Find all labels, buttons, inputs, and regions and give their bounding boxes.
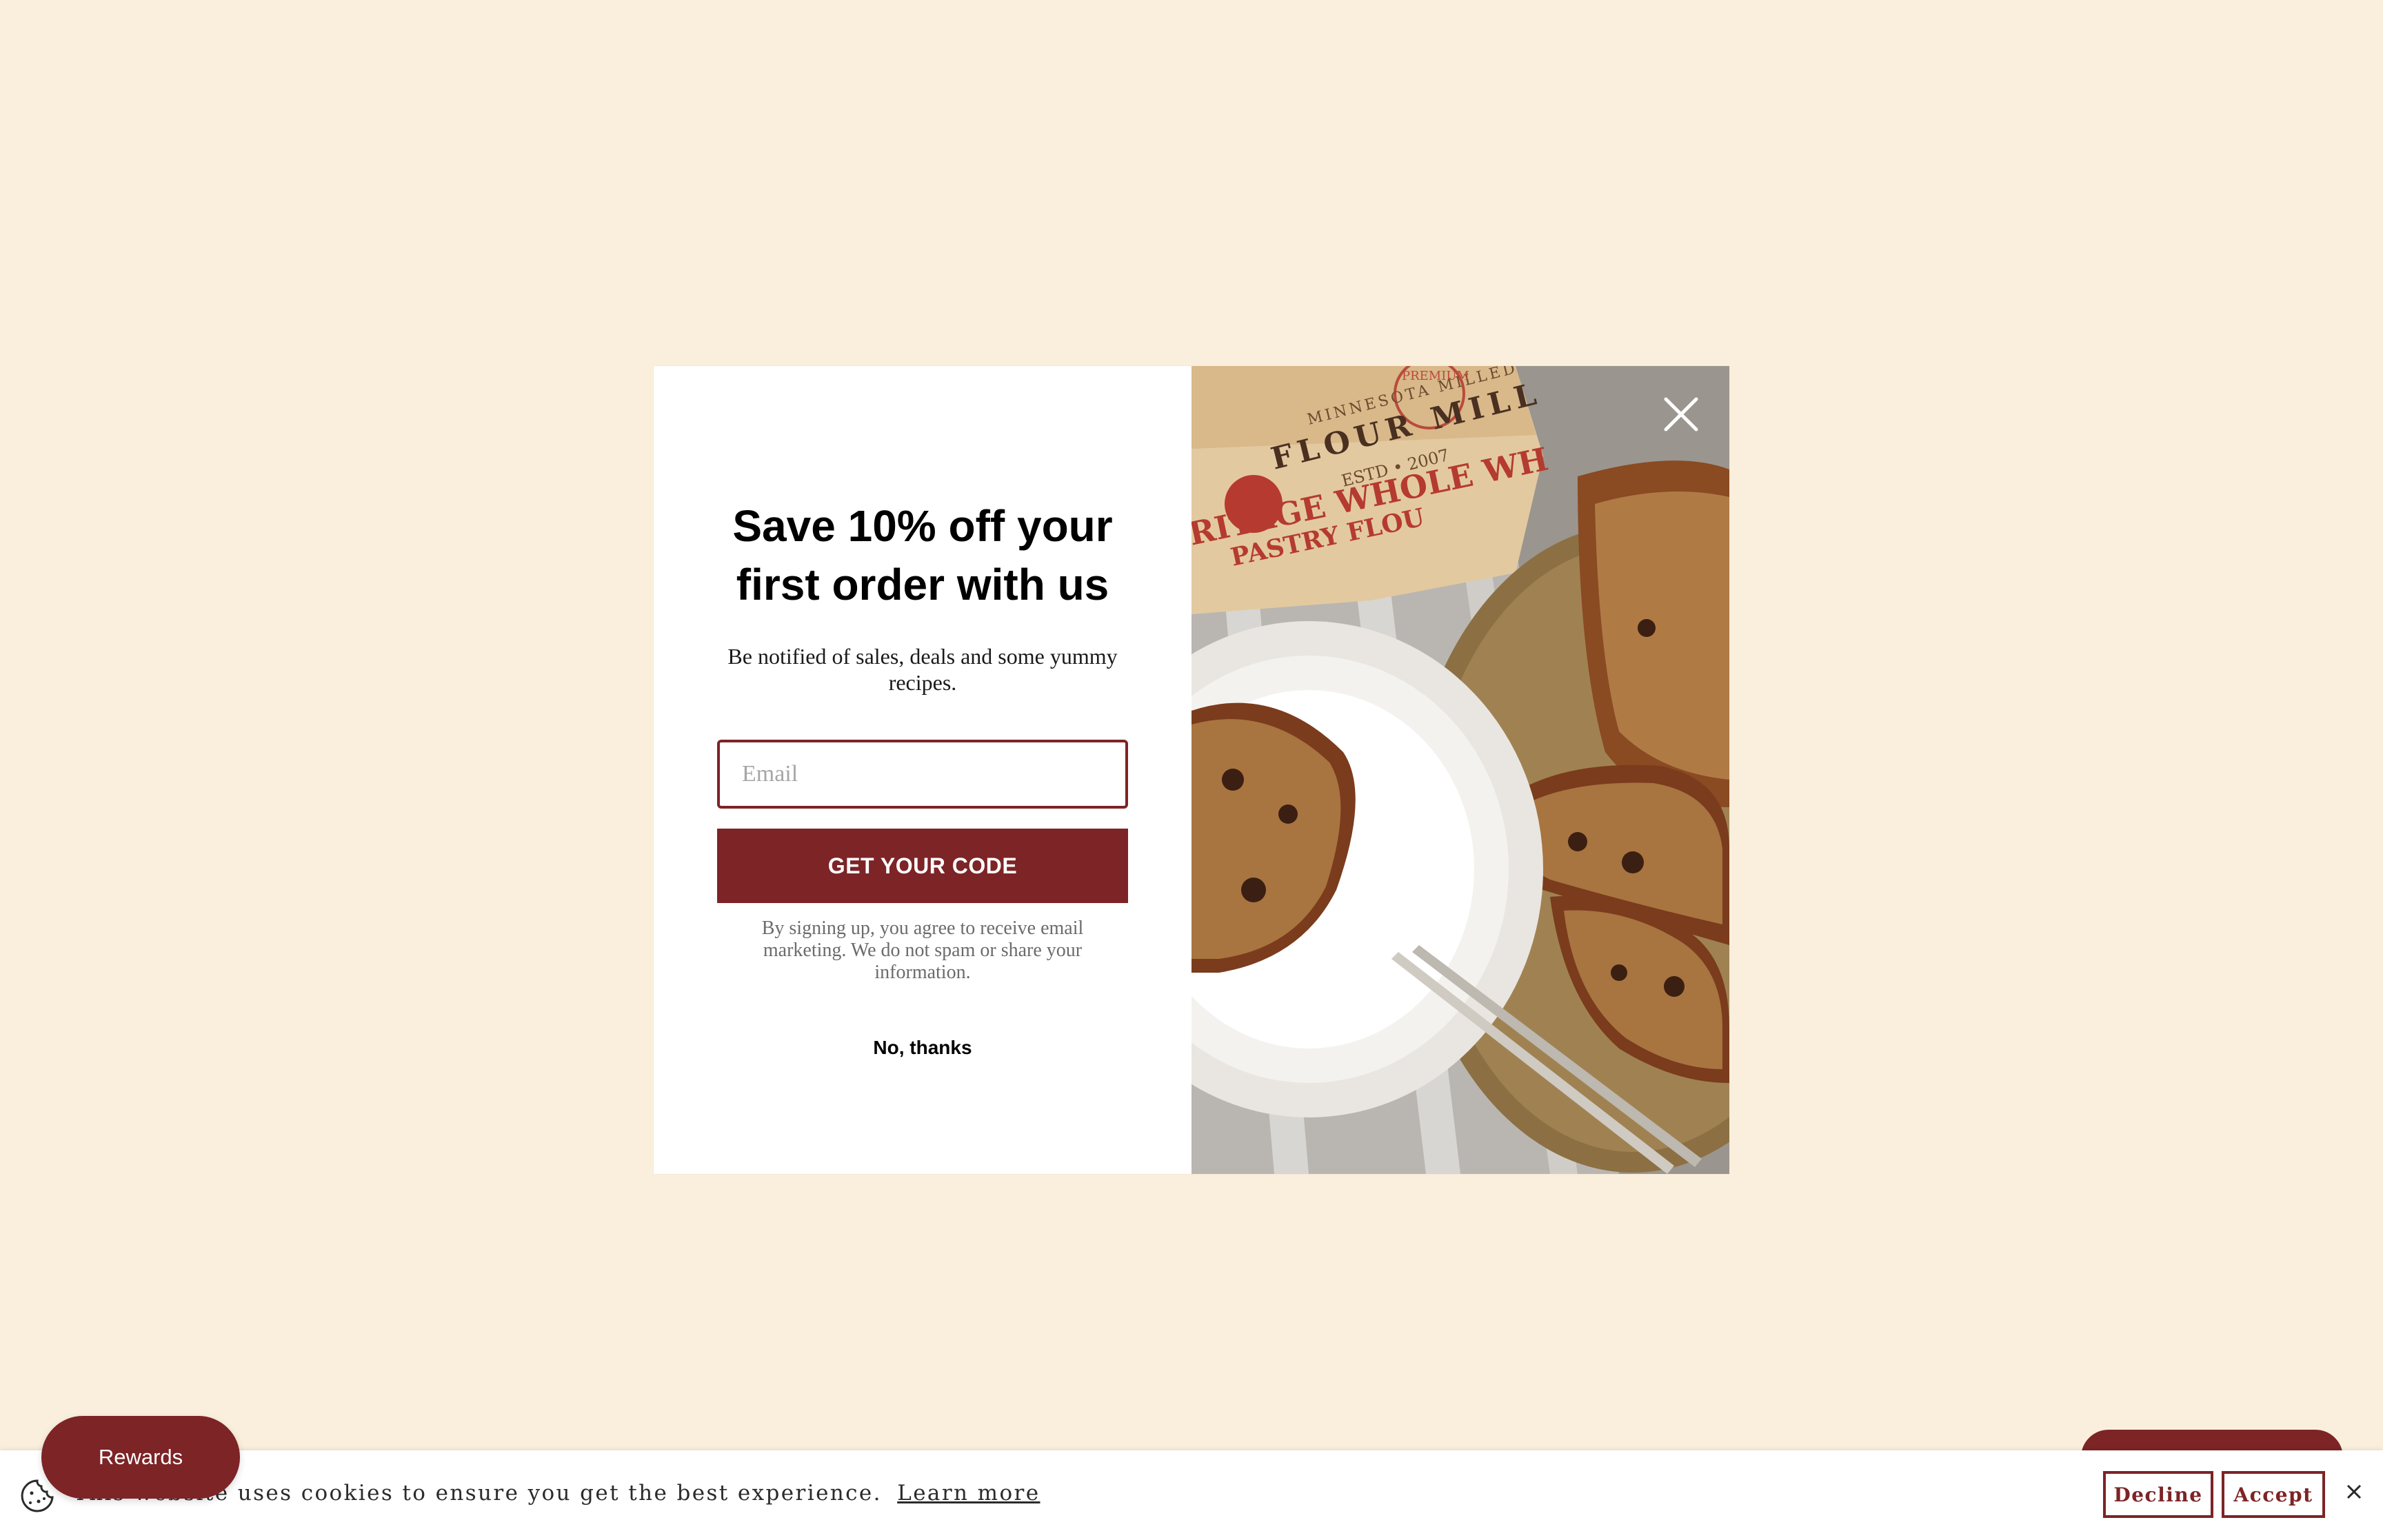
no-thanks-link[interactable]: No, thanks <box>717 1036 1128 1060</box>
cookie-consent-bar: This website uses cookies to ensure you … <box>0 1450 2383 1540</box>
popup-close-button[interactable] <box>1652 385 1710 443</box>
popup-form-panel: Save 10% off your first order with us Be… <box>654 366 1192 1174</box>
get-code-button[interactable]: GET YOUR CODE <box>717 829 1128 903</box>
popup-subtitle: Be notified of sales, deals and some yum… <box>727 644 1118 695</box>
rewards-button[interactable]: Rewards <box>41 1416 240 1499</box>
accept-button[interactable]: Accept <box>2222 1471 2325 1518</box>
close-icon <box>1664 397 1698 432</box>
cookie-icon <box>21 1479 54 1512</box>
email-field[interactable] <box>717 740 1128 809</box>
decline-button[interactable]: Decline <box>2103 1471 2213 1518</box>
page-background: Save 10% off your first order with us Be… <box>0 0 2383 1540</box>
banana-bread-photo: MINNESOTA MILLED FLOUR MILL ESTD • 2007 … <box>1192 366 1729 1174</box>
learn-more-link[interactable]: Learn more <box>897 1481 1040 1506</box>
close-icon <box>2346 1484 2362 1499</box>
popup-title: Save 10% off your first order with us <box>732 501 1113 609</box>
signup-popup: Save 10% off your first order with us Be… <box>654 366 1729 1174</box>
popup-image-panel: MINNESOTA MILLED FLOUR MILL ESTD • 2007 … <box>1192 366 1729 1174</box>
signup-disclaimer: By signing up, you agree to receive emai… <box>761 918 1084 983</box>
cookie-close-button[interactable] <box>2342 1479 2366 1504</box>
bag-badge: PREMIUM <box>1402 369 1469 383</box>
